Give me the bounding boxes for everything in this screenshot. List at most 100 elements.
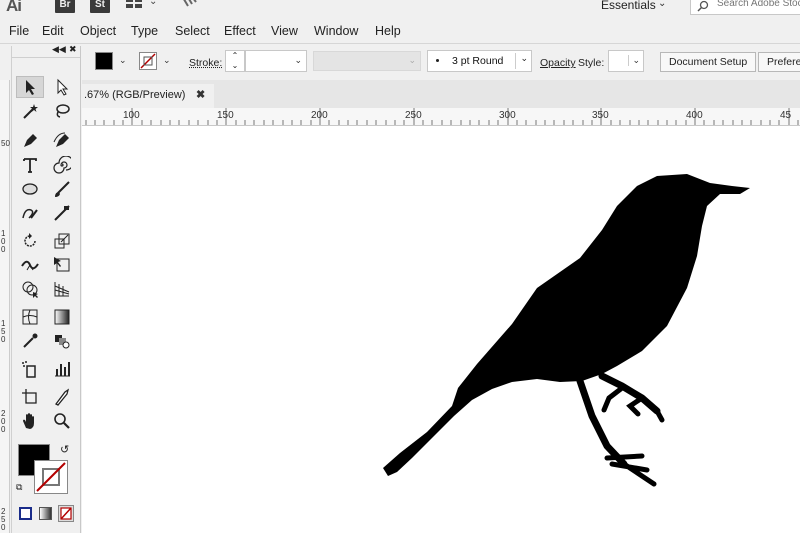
column-graph-tool[interactable] [48,358,76,380]
hruler-tick-450: 45 [780,110,792,121]
shape-builder-icon [22,281,38,298]
perspective-grid-tool[interactable] [48,278,76,300]
chevron-down-icon[interactable]: ⌄ [119,55,127,66]
opacity-label[interactable]: Opacity [540,57,576,69]
direct-selection-tool[interactable] [48,76,76,98]
stroke-weight-field[interactable]: ⌄ [245,50,307,72]
selection-tool[interactable] [16,76,44,98]
preferences-button[interactable]: Preferences [758,52,800,72]
mesh-icon [22,309,38,325]
swap-fill-stroke-icon[interactable]: ↺ [60,443,69,456]
hand-icon [23,413,34,429]
menu-view[interactable]: View [271,24,307,38]
stock-button[interactable]: St [90,0,110,13]
stock-search[interactable] [690,0,800,15]
horizontal-ruler: 100 150 200 250 300 350 400 45 [82,108,800,126]
brush-dot-icon [436,59,439,62]
menu-type[interactable]: Type [131,24,167,38]
stroke-weight-stepper[interactable]: ⌃ ⌄ [225,50,245,72]
selection-arrow-icon [26,80,35,95]
none-color-icon [36,462,66,492]
ellipse-tool[interactable] [16,178,44,200]
mesh-tool[interactable] [16,306,44,328]
rotate-tool[interactable] [16,230,44,252]
arrange-documents-icon[interactable] [126,0,142,8]
hruler-tick-400: 400 [686,110,703,121]
spiral-tool[interactable] [48,154,76,176]
hruler-tick-200: 200 [311,110,328,121]
magic-wand-tool[interactable] [16,100,44,122]
shaper-icon [22,208,38,219]
lasso-tool[interactable] [48,100,76,122]
gradient-tool[interactable] [48,306,76,328]
shape-builder-tool[interactable] [16,278,44,300]
scale-tool[interactable] [48,230,76,252]
menu-select[interactable]: Select [175,24,219,38]
fill-color-swatch[interactable] [95,52,113,70]
symbol-sprayer-icon [22,361,36,378]
artboard-canvas[interactable] [82,126,800,533]
document-tab[interactable]: .67% (RGB/Preview) ✖ [82,84,214,108]
chevron-down-icon[interactable]: ⌄ [149,0,157,7]
menu-help[interactable]: Help [375,24,410,38]
menu-effect[interactable]: Effect [224,24,265,38]
blend-tool[interactable] [48,330,76,352]
search-input[interactable] [717,0,800,9]
zoom-tool[interactable] [48,410,76,432]
stroke-color-swatch[interactable] [139,52,157,70]
control-bar: ⌄ ⌄ Stroke: ⌃ ⌄ ⌄ ⌄ 3 pt Round ⌄ Opacity … [82,46,800,80]
width-tool[interactable] [16,254,44,276]
default-fill-stroke-icon[interactable]: ⧉ [16,482,22,493]
chevron-down-icon[interactable]: ⌄ [515,53,528,69]
shaper-tool[interactable] [16,202,44,224]
curvature-pen-icon [53,132,69,147]
column-graph-icon [55,362,70,377]
color-mode-button[interactable] [19,507,32,520]
symbol-sprayer-tool[interactable] [16,358,44,380]
graphic-style-dropdown[interactable]: ⌄ [608,50,644,72]
eraser-tool[interactable] [48,202,76,224]
free-transform-tool[interactable] [48,254,76,276]
gradient-mode-button[interactable] [39,507,52,520]
eyedropper-tool[interactable] [16,330,44,352]
chevron-down-icon[interactable]: ⌄ [658,0,666,9]
paintbrush-tool[interactable] [48,178,76,200]
stroke-color-box[interactable] [34,460,68,494]
direct-selection-icon [57,78,69,96]
chevron-down-icon[interactable]: ⌄ [163,55,171,66]
hand-tool[interactable] [16,410,44,432]
curvature-tool[interactable] [48,130,76,152]
bird-body-shape [383,174,750,476]
slice-tool[interactable] [48,386,76,408]
style-label: Style: [578,57,605,69]
scale-icon [54,233,70,249]
paintbrush-icon [55,181,70,197]
stroke-label[interactable]: Stroke: [189,57,222,69]
menu-edit[interactable]: Edit [42,24,73,38]
bridge-button[interactable]: Br [55,0,75,13]
none-mode-button[interactable] [58,505,74,522]
type-tool[interactable] [16,154,44,176]
gpu-performance-icon[interactable] [180,0,198,10]
bird-silhouette-artwork[interactable] [82,126,800,533]
chevron-down-icon[interactable]: ⌄ [628,55,640,66]
bird-foot-back [604,453,657,487]
menu-window[interactable]: Window [314,24,367,38]
pen-tool[interactable] [16,130,44,152]
collapse-icon[interactable]: ◀◀ [52,44,66,55]
tools-panel-header[interactable]: ◀◀ ✖ [12,44,80,58]
chevron-down-icon[interactable]: ⌄ [294,55,302,66]
eyedropper-icon [23,333,38,348]
workspace-switcher[interactable]: Essentials [601,0,656,12]
magic-wand-icon [23,104,38,119]
close-icon[interactable]: ✖ [69,44,77,55]
close-tab-icon[interactable]: ✖ [196,88,205,101]
artboard-tool[interactable] [16,386,44,408]
perspective-grid-icon [54,282,70,297]
menu-object[interactable]: Object [80,24,125,38]
document-tab-title: .67% (RGB/Preview) [84,89,186,101]
menu-file[interactable]: File [9,24,38,38]
ellipse-icon [22,183,38,195]
document-setup-button[interactable]: Document Setup [660,52,757,72]
brush-definition-dropdown[interactable]: 3 pt Round ⌄ [427,50,532,72]
